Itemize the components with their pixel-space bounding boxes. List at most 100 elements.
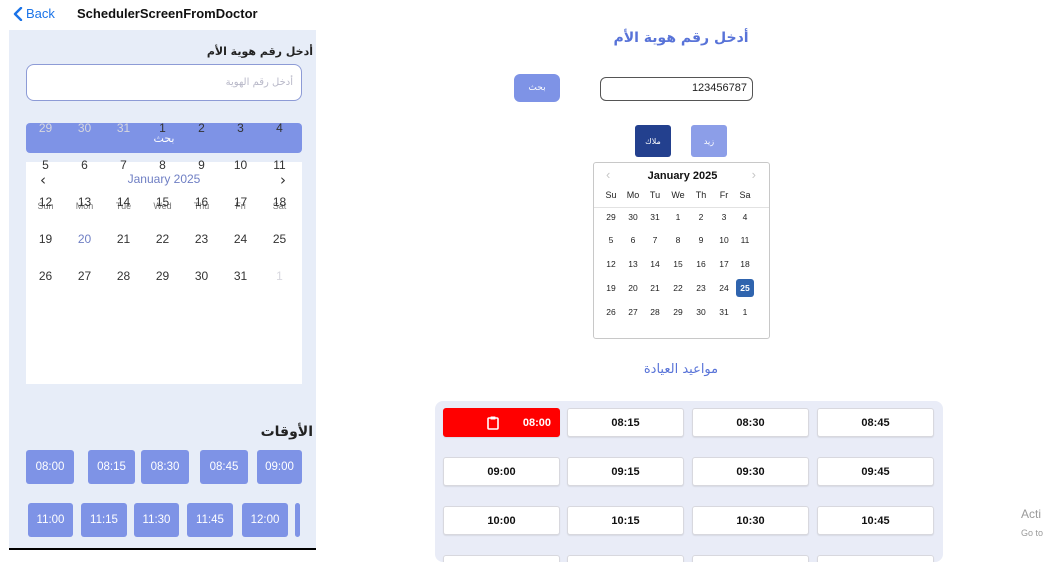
calendar-day[interactable]: 21 <box>644 279 666 297</box>
calendar-day[interactable]: 2 <box>182 121 221 135</box>
mother-id-input[interactable]: أدخل رقم الهوية <box>26 64 302 101</box>
calendar-day[interactable]: 14 <box>104 195 143 209</box>
calendar-day[interactable]: 3 <box>221 121 260 135</box>
calendar-day[interactable]: 2 <box>690 208 712 226</box>
appointment-slot[interactable]: 08:45 <box>817 408 934 437</box>
appointment-slot[interactable]: 10:00 <box>443 506 560 535</box>
time-slot-button[interactable]: 11:30 <box>134 503 179 537</box>
time-slot-button[interactable]: 12:00 <box>242 503 288 537</box>
calendar-day[interactable]: 24 <box>713 279 735 297</box>
calendar-day[interactable]: 16 <box>182 195 221 209</box>
calendar-day[interactable]: 8 <box>667 231 689 249</box>
appointment-slot[interactable]: 08:30 <box>692 408 809 437</box>
calendar-day[interactable]: 31 <box>221 269 260 283</box>
calendar-day[interactable]: 6 <box>622 231 644 249</box>
web-mother-id-input[interactable]: 123456787 <box>600 77 753 101</box>
calendar-day[interactable]: 23 <box>182 232 221 246</box>
calendar-day[interactable]: 26 <box>26 269 65 283</box>
calendar-day[interactable]: 12 <box>600 255 622 273</box>
chevron-right-icon[interactable]: › <box>280 171 286 189</box>
appointment-slot[interactable]: 09:45 <box>817 457 934 486</box>
appointment-slot[interactable] <box>443 555 560 562</box>
appointment-slot[interactable]: 09:00 <box>443 457 560 486</box>
calendar-day[interactable]: 17 <box>713 255 735 273</box>
calendar-day[interactable]: 12 <box>26 195 65 209</box>
calendar-day[interactable]: 20 <box>65 232 104 246</box>
calendar-day[interactable]: 9 <box>690 231 712 249</box>
time-slot-button[interactable]: 08:15 <box>88 450 135 484</box>
calendar-day[interactable]: 30 <box>65 121 104 135</box>
appointment-slot[interactable]: 08:00 <box>443 408 560 437</box>
calendar-day[interactable]: 6 <box>65 158 104 172</box>
time-slot-button[interactable]: 11:15 <box>81 503 127 537</box>
calendar-day[interactable]: 8 <box>143 158 182 172</box>
calendar-day[interactable]: 17 <box>221 195 260 209</box>
back-button[interactable]: Back <box>13 6 55 21</box>
appointment-slot[interactable]: 10:15 <box>567 506 684 535</box>
calendar-day[interactable]: 10 <box>713 231 735 249</box>
time-slot-button[interactable]: 11:45 <box>187 503 233 537</box>
calendar-day[interactable]: 29 <box>667 303 689 321</box>
calendar-day[interactable]: 21 <box>104 232 143 246</box>
appointment-slot[interactable]: 10:45 <box>817 506 934 535</box>
appointment-slot[interactable]: 09:30 <box>692 457 809 486</box>
calendar-day[interactable]: 19 <box>600 279 622 297</box>
calendar-day[interactable]: 25 <box>736 279 754 297</box>
calendar-day[interactable]: 5 <box>600 231 622 249</box>
web-search-button[interactable]: بحث <box>514 74 560 102</box>
calendar-day[interactable]: 13 <box>622 255 644 273</box>
calendar-day[interactable]: 30 <box>182 269 221 283</box>
calendar-day[interactable]: 29 <box>26 121 65 135</box>
time-slot-button[interactable]: 11:00 <box>28 503 73 537</box>
calendar-day[interactable]: 31 <box>644 208 666 226</box>
calendar-day[interactable]: 1 <box>734 303 756 321</box>
calendar-day[interactable]: 11 <box>260 158 299 172</box>
time-slot-button[interactable]: 08:30 <box>141 450 189 484</box>
calendar-day[interactable]: 16 <box>690 255 712 273</box>
appointment-slot[interactable] <box>817 555 934 562</box>
calendar-day[interactable]: 28 <box>104 269 143 283</box>
calendar-day[interactable]: 1 <box>260 269 299 283</box>
calendar-day[interactable]: 25 <box>260 232 299 246</box>
calendar-day[interactable]: 29 <box>600 208 622 226</box>
calendar-day[interactable]: 3 <box>713 208 735 226</box>
calendar-day[interactable]: 18 <box>734 255 756 273</box>
calendar-day[interactable]: 13 <box>65 195 104 209</box>
calendar-day[interactable]: 30 <box>622 208 644 226</box>
time-slot-button[interactable]: 08:45 <box>200 450 248 484</box>
calendar-day[interactable]: 11 <box>734 231 756 249</box>
appointment-slot[interactable] <box>692 555 809 562</box>
time-slot-button[interactable] <box>295 503 300 537</box>
calendar-day[interactable]: 18 <box>260 195 299 209</box>
appointment-slot[interactable]: 10:30 <box>692 506 809 535</box>
calendar-day[interactable]: 31 <box>713 303 735 321</box>
calendar-day[interactable]: 28 <box>644 303 666 321</box>
calendar-day[interactable]: 10 <box>221 158 260 172</box>
chevron-right-icon[interactable]: › <box>752 167 756 182</box>
calendar-day[interactable]: 19 <box>26 232 65 246</box>
calendar-day[interactable]: 31 <box>104 121 143 135</box>
calendar-day[interactable]: 4 <box>260 121 299 135</box>
calendar-day[interactable]: 1 <box>667 208 689 226</box>
calendar-day[interactable]: 5 <box>26 158 65 172</box>
calendar-day[interactable]: 22 <box>667 279 689 297</box>
patient-chip-zaid[interactable]: زيد <box>691 125 727 157</box>
calendar-day[interactable]: 20 <box>622 279 644 297</box>
calendar-day[interactable]: 26 <box>600 303 622 321</box>
appointment-slot[interactable] <box>567 555 684 562</box>
calendar-day[interactable]: 30 <box>690 303 712 321</box>
calendar-day[interactable]: 29 <box>143 269 182 283</box>
calendar-day[interactable]: 9 <box>182 158 221 172</box>
calendar-day[interactable]: 22 <box>143 232 182 246</box>
calendar-day[interactable]: 15 <box>143 195 182 209</box>
appointment-slot[interactable]: 09:15 <box>567 457 684 486</box>
calendar-day[interactable]: 24 <box>221 232 260 246</box>
calendar-day[interactable]: 7 <box>644 231 666 249</box>
calendar-day[interactable]: 4 <box>734 208 756 226</box>
appointment-slot[interactable]: 08:15 <box>567 408 684 437</box>
calendar-day[interactable]: 1 <box>143 121 182 135</box>
calendar-day[interactable]: 23 <box>690 279 712 297</box>
calendar-day[interactable]: 27 <box>65 269 104 283</box>
calendar-day[interactable]: 27 <box>622 303 644 321</box>
calendar-day[interactable]: 14 <box>644 255 666 273</box>
